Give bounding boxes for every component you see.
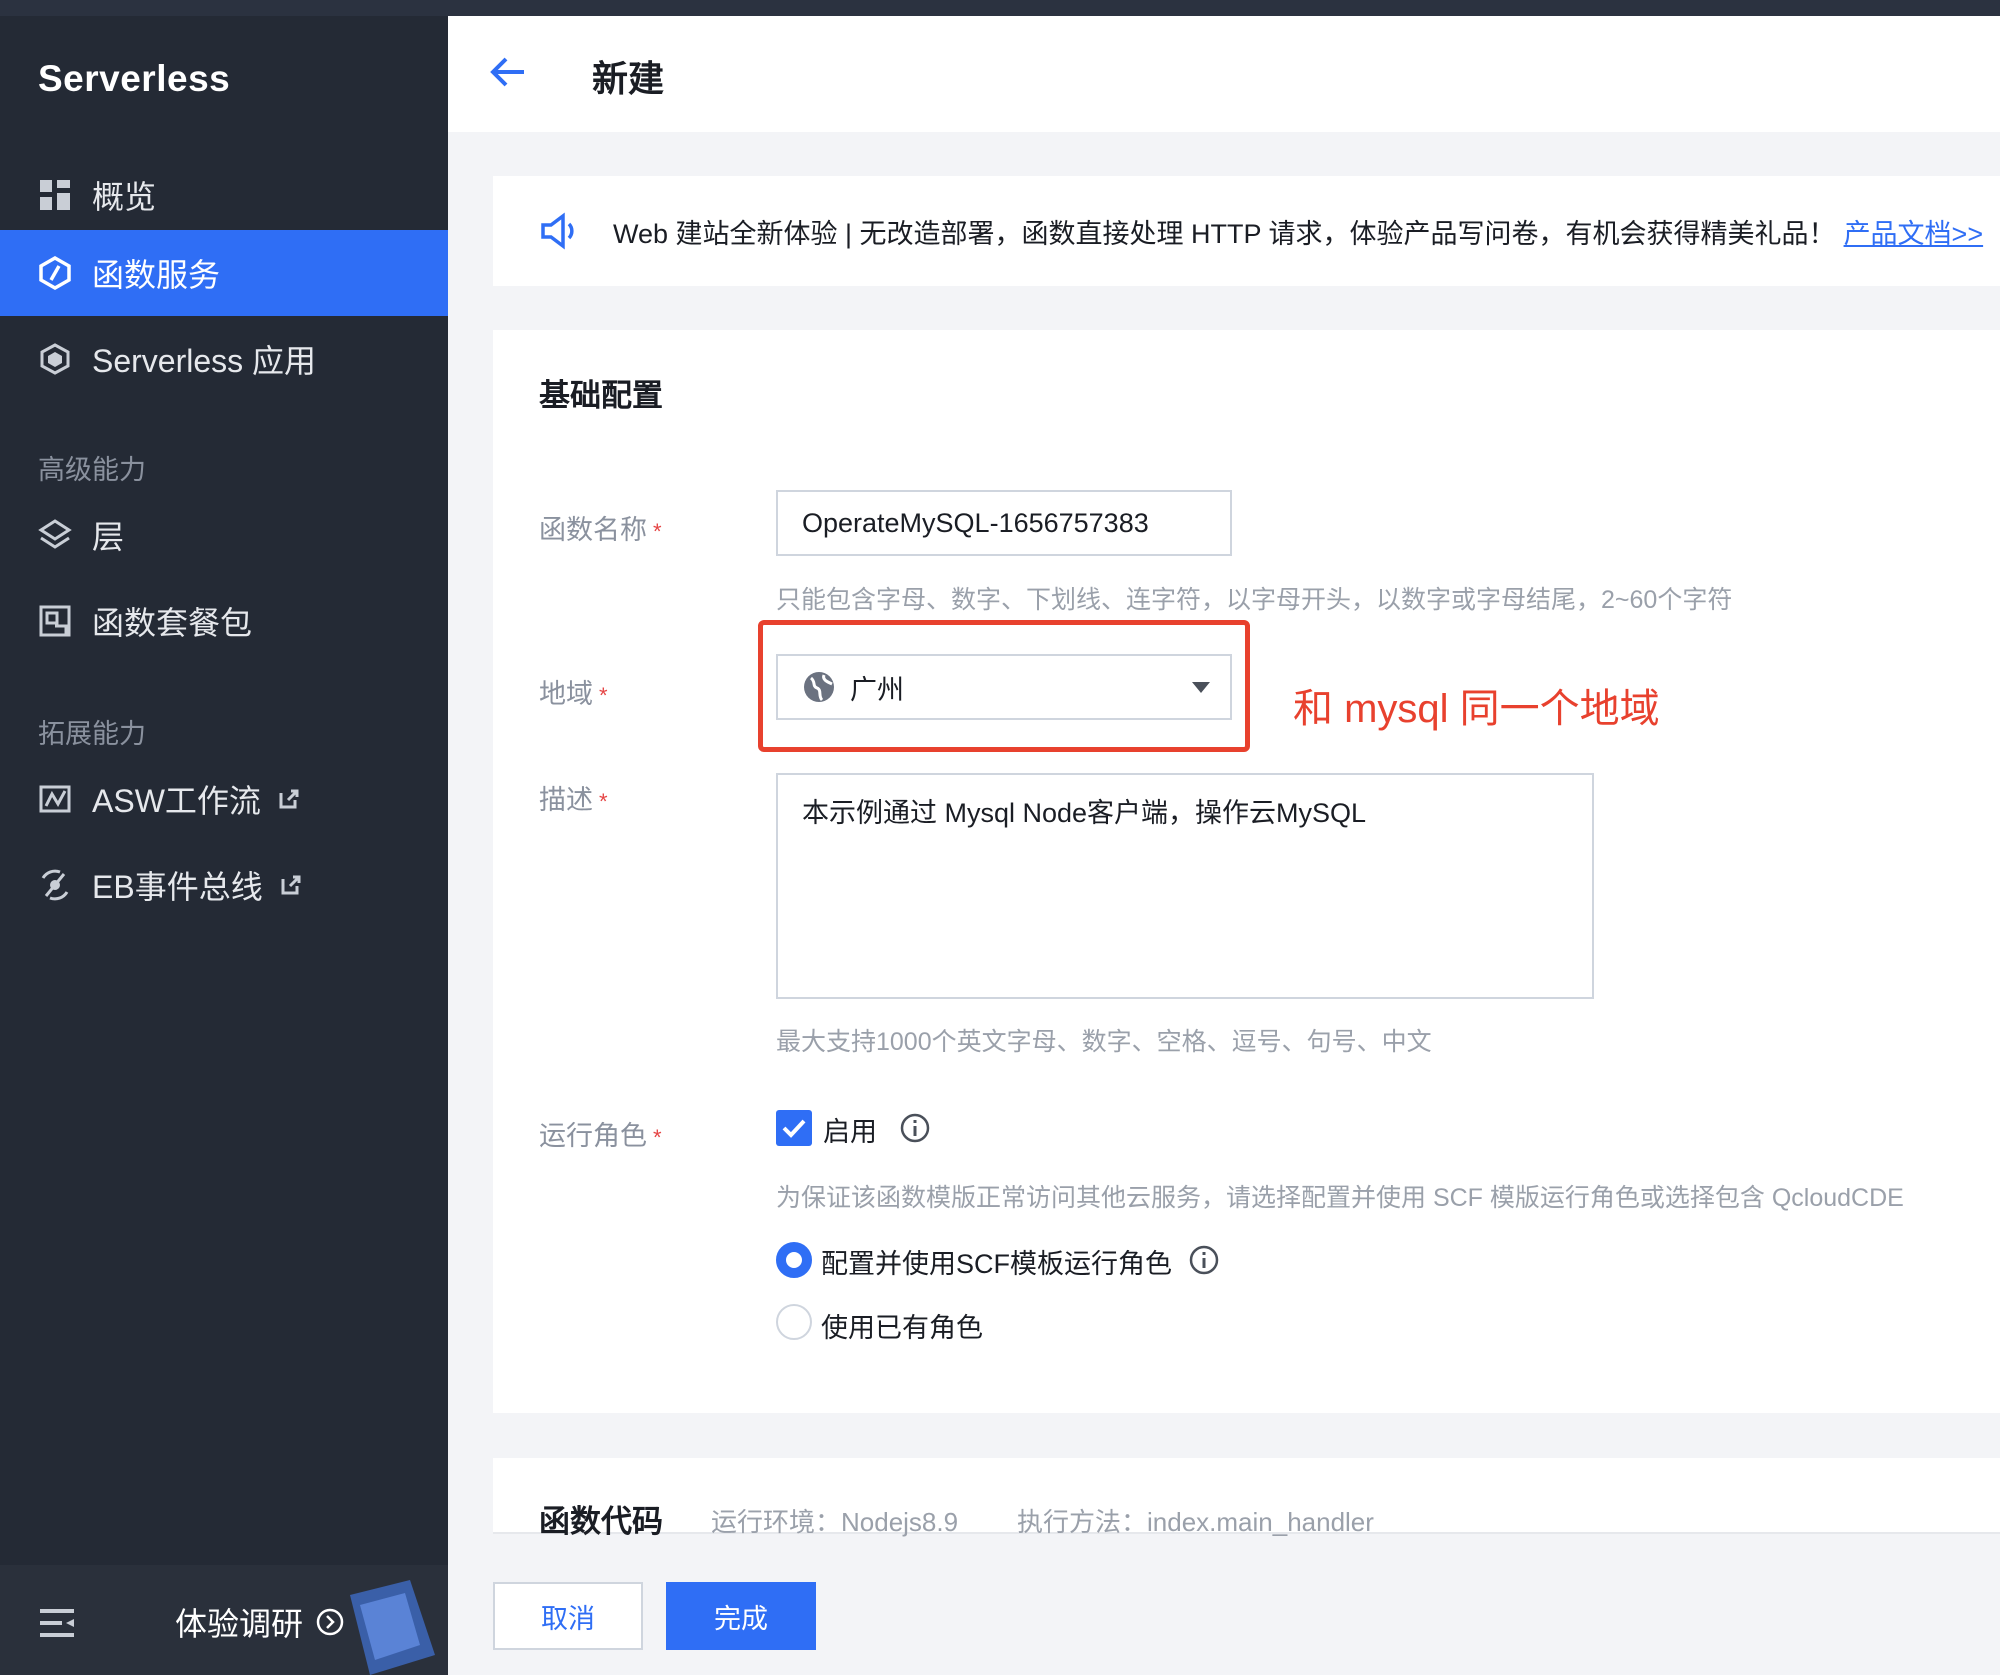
event-bus-icon <box>38 868 72 902</box>
info-icon[interactable] <box>899 1112 931 1144</box>
description-textarea[interactable]: 本示例通过 Mysql Node客户端，操作云MySQL <box>776 773 1594 999</box>
role-option-scf-template-label: 配置并使用SCF模板运行角色 <box>821 1249 1172 1279</box>
sidebar-item-overview[interactable]: 概览 <box>0 152 448 238</box>
app-cube-icon <box>38 342 72 376</box>
survey-label: 体验调研 <box>175 1606 304 1642</box>
role-option-existing-label: 使用已有角色 <box>821 1313 983 1343</box>
external-link-icon <box>279 789 299 809</box>
function-name-value: OperateMySQL-1656757383 <box>802 507 1149 538</box>
sidebar-item-label: ASW工作流 <box>92 783 261 819</box>
sidebar-item-function-service[interactable]: 函数服务 <box>0 230 448 316</box>
section-title-function-code: 函数代码 <box>539 1504 663 1539</box>
notice-text: Web 建站全新体验 | 无改造部署，函数直接处理 HTTP 请求，体验产品写问… <box>613 218 1836 249</box>
sidebar-item-event-bus[interactable]: EB事件总线 <box>0 842 448 928</box>
external-link-icon <box>281 875 301 895</box>
sidebar-item-label: EB事件总线 <box>92 869 263 905</box>
basic-config-panel: 基础配置 函数名称 * OperateMySQL-1656757383 只能包含字… <box>493 330 2000 1413</box>
role-enable-label: 启用 <box>823 1117 877 1147</box>
survey-link[interactable]: 体验调研 <box>175 1599 345 1645</box>
collapse-menu-icon[interactable] <box>40 1609 74 1637</box>
run-role-hint: 为保证该函数模版正常访问其他云服务，请选择配置并使用 SCF 模版运行角色或选择… <box>776 1184 1904 1212</box>
layers-icon <box>38 518 72 552</box>
sidebar-footer: 体验调研 <box>0 1565 448 1675</box>
section-title-extend: 拓展能力 <box>38 719 146 749</box>
notice-banner: Web 建站全新体验 | 无改造部署，函数直接处理 HTTP 请求，体验产品写问… <box>493 176 2000 286</box>
section-title-basic-config: 基础配置 <box>539 378 663 413</box>
description-value: 本示例通过 Mysql Node客户端，操作云MySQL <box>802 798 1367 828</box>
page-title: 新建 <box>592 58 665 99</box>
section-title-advanced: 高级能力 <box>38 455 146 485</box>
sidebar-item-label: Serverless 应用 <box>92 343 317 379</box>
role-enable-checkbox[interactable] <box>776 1110 812 1146</box>
region-highlight-box <box>758 620 1250 752</box>
done-button[interactable]: 完成 <box>666 1582 816 1650</box>
sidebar-item-package[interactable]: 函数套餐包 <box>0 578 448 664</box>
function-code-panel: 函数代码 运行环境：Nodejs8.9 执行方法：index.main_hand… <box>493 1458 2000 1539</box>
sidebar-item-serverless-app[interactable]: Serverless 应用 <box>0 316 448 402</box>
package-icon <box>38 604 72 638</box>
product-docs-link[interactable]: 产品文档>> <box>1844 212 1984 251</box>
sidebar-item-label: 层 <box>92 519 125 555</box>
back-arrow-icon[interactable] <box>488 52 528 92</box>
grid-icon <box>38 178 72 212</box>
region-label: 地域 * <box>539 679 608 709</box>
sidebar-item-label: 函数套餐包 <box>92 605 253 641</box>
sidebar-item-workflow[interactable]: ASW工作流 <box>0 756 448 842</box>
region-annotation: 和 mysql 同一个地域 <box>1293 687 1660 731</box>
speaker-icon <box>541 212 574 250</box>
info-icon[interactable] <box>1188 1244 1220 1276</box>
cancel-button[interactable]: 取消 <box>493 1582 643 1650</box>
role-option-scf-template-radio[interactable] <box>776 1242 812 1278</box>
run-role-label: 运行角色 * <box>539 1121 662 1151</box>
page-header: 新建 <box>448 16 2000 132</box>
check-icon <box>782 1119 806 1138</box>
function-name-hint: 只能包含字母、数字、下划线、连字符，以字母开头，以数字或字母结尾，2~60个字符 <box>776 586 1733 614</box>
runtime-info: 运行环境：Nodejs8.9 <box>711 1507 959 1537</box>
function-name-label: 函数名称 * <box>539 515 662 545</box>
top-bar <box>0 0 2000 16</box>
sidebar-item-layers[interactable]: 层 <box>0 492 448 578</box>
description-hint: 最大支持1000个英文字母、数字、空格、逗号、句号、中文 <box>776 1028 1432 1056</box>
function-icon <box>38 256 72 290</box>
function-name-input[interactable]: OperateMySQL-1656757383 <box>776 490 1232 556</box>
brand-title: Serverless <box>38 58 231 99</box>
workflow-icon <box>38 782 72 816</box>
sidebar-item-label: 函数服务 <box>92 257 221 293</box>
role-option-existing-radio[interactable] <box>776 1304 812 1340</box>
arrow-circle-right-icon <box>316 1608 344 1636</box>
sidebar-item-label: 概览 <box>92 179 157 215</box>
handler-info: 执行方法：index.main_handler <box>1017 1507 1374 1537</box>
description-label: 描述 * <box>539 785 608 815</box>
sidebar: Serverless 概览 函数服务 Serverless 应用 高级能力 层 … <box>0 16 448 1675</box>
